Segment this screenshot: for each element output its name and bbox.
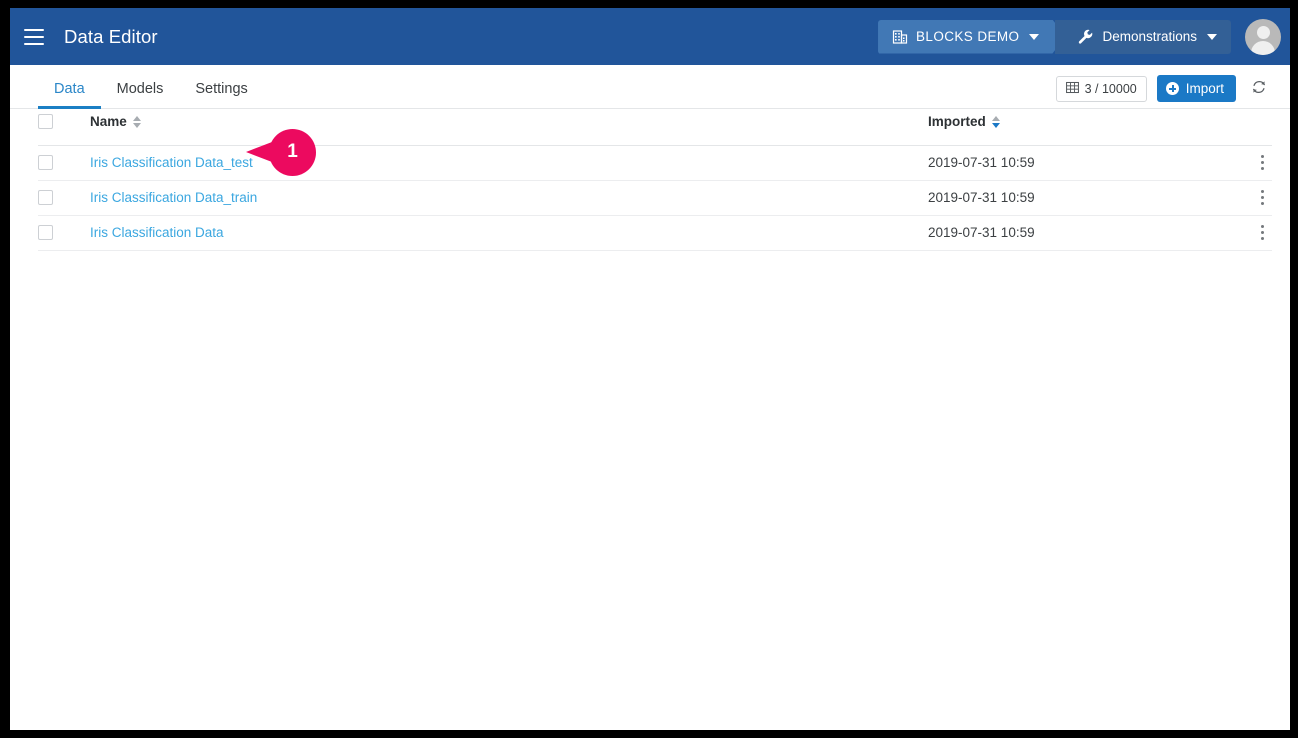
row-actions-cell [1228, 145, 1272, 180]
breadcrumb-item-organization[interactable]: BLOCKS DEMO [878, 20, 1065, 54]
avatar[interactable] [1245, 18, 1281, 55]
annotation-number: 1 [287, 140, 298, 162]
tab-settings[interactable]: Settings [179, 81, 263, 108]
row-imported-cell: 2019-07-31 10:59 [928, 225, 1035, 240]
tab-models[interactable]: Models [101, 81, 180, 108]
avatar-body [1251, 40, 1275, 55]
data-table: Name Imported Iris Classification Data_t… [38, 109, 1272, 251]
breadcrumb-item-project[interactable]: Demonstrations [1055, 19, 1231, 54]
table-header-row: Name Imported [38, 109, 1272, 146]
app-viewport: Data Editor BLOCKS DEMO Demonstrations D… [10, 8, 1290, 730]
table-toolbar: 3 / 10000 Import [1055, 75, 1272, 108]
tab-settings-label: Settings [195, 81, 248, 97]
avatar-head [1256, 25, 1270, 39]
kebab-menu-icon[interactable] [1252, 223, 1272, 243]
breadcrumb: BLOCKS DEMO Demonstrations [878, 19, 1231, 54]
column-select-all [38, 109, 90, 146]
breadcrumb-organization-label: BLOCKS DEMO [916, 29, 1020, 44]
dataset-link[interactable]: Iris Classification Data_train [90, 190, 257, 205]
app-header: Data Editor BLOCKS DEMO Demonstrations [10, 8, 1290, 65]
building-icon [892, 29, 908, 45]
row-actions-cell [1228, 180, 1272, 215]
tab-bar: Data Models Settings 3 / 10000 Import [10, 65, 1290, 109]
row-imported-cell: 2019-07-31 10:59 [928, 190, 1035, 205]
tab-data[interactable]: Data [38, 81, 101, 109]
chevron-down-icon [1207, 33, 1217, 40]
table-row[interactable]: Iris Classification Data_test 1 2019-07-… [38, 128, 1272, 180]
plus-circle-icon [1165, 82, 1179, 95]
dataset-count-badge: 3 / 10000 [1055, 75, 1147, 102]
row-name-cell: Iris Classification Data_test 1 [90, 128, 928, 180]
kebab-menu-icon[interactable] [1252, 153, 1272, 173]
table-row[interactable]: Iris Classification Data_train 2019-07-3… [38, 180, 1272, 215]
page-title: Data Editor [64, 25, 158, 47]
row-select-cell [38, 145, 90, 180]
column-imported[interactable]: Imported [928, 109, 1228, 146]
dataset-link[interactable]: Iris Classification Data [90, 225, 224, 240]
table-body: Iris Classification Data_test 1 2019-07-… [38, 128, 1272, 250]
select-all-checkbox[interactable] [38, 114, 53, 130]
wrench-icon [1077, 28, 1094, 45]
tab-data-label: Data [54, 81, 85, 97]
import-button[interactable]: Import [1156, 75, 1236, 102]
table-grid-icon [1065, 81, 1079, 97]
refresh-button[interactable] [1246, 76, 1272, 102]
kebab-menu-icon[interactable] [1252, 188, 1272, 208]
table-head: Name Imported [38, 109, 1272, 146]
tab-models-label: Models [116, 81, 164, 97]
column-name[interactable]: Name [90, 109, 928, 146]
import-button-label: Import [1185, 81, 1224, 96]
row-select-cell [38, 215, 90, 250]
column-name-label: Name [90, 114, 127, 130]
row-name-cell: Iris Classification Data_train [90, 180, 928, 215]
row-checkbox[interactable] [38, 190, 53, 205]
data-table-container: Name Imported Iris Classification Data_t… [10, 109, 1290, 251]
row-checkbox[interactable] [38, 225, 53, 240]
sort-imported-icon[interactable] [991, 115, 1000, 128]
window-frame: Data Editor BLOCKS DEMO Demonstrations D… [0, 0, 1298, 738]
refresh-icon [1250, 78, 1268, 99]
row-actions-cell [1228, 215, 1272, 250]
chevron-down-icon [1029, 34, 1039, 40]
column-imported-label: Imported [928, 114, 986, 130]
dataset-link[interactable]: Iris Classification Data_test [90, 155, 253, 170]
sort-name-icon[interactable] [132, 115, 141, 128]
hamburger-menu-icon[interactable] [24, 24, 50, 50]
table-row[interactable]: Iris Classification Data 2019-07-31 10:5… [38, 215, 1272, 250]
row-name-cell: Iris Classification Data [90, 215, 928, 250]
row-imported-cell: 2019-07-31 10:59 [928, 155, 1035, 170]
app-header-right: BLOCKS DEMO Demonstrations [878, 18, 1281, 55]
column-actions [1228, 109, 1272, 146]
tab-list: Data Models Settings [38, 65, 264, 109]
row-select-cell [38, 180, 90, 215]
dataset-count-label: 3 / 10000 [1084, 81, 1137, 96]
breadcrumb-project-label: Demonstrations [1102, 29, 1197, 44]
row-checkbox[interactable] [38, 155, 53, 170]
